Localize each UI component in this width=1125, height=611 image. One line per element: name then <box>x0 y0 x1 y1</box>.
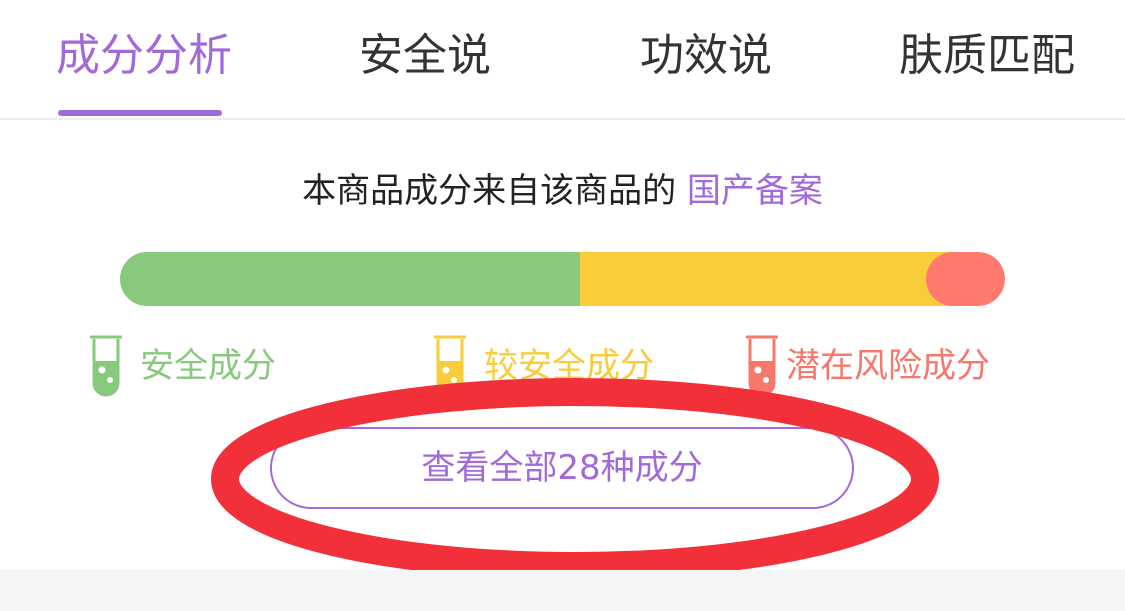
ingredient-source-line: 本商品成分来自该商品的 国产备案 <box>0 166 1125 216</box>
test-tube-icon <box>434 335 466 397</box>
legend-risk: 潜在风险成分 <box>746 334 990 398</box>
moderate-segment <box>580 252 952 306</box>
section-divider <box>0 570 1125 611</box>
active-tab-indicator <box>58 110 222 116</box>
legend-safe-label: 安全成分 <box>140 346 276 386</box>
tab-efficacy[interactable]: 功效说 <box>640 28 772 84</box>
safe-segment <box>120 252 581 306</box>
domestic-filing-link[interactable]: 国产备案 <box>687 171 823 211</box>
ingredient-safety-bar <box>120 252 1005 306</box>
legend-risk-label: 潜在风险成分 <box>786 346 990 386</box>
tab-safety[interactable]: 安全说 <box>359 28 491 84</box>
legend-moderate: 较安全成分 <box>434 334 654 398</box>
view-all-ingredients-button[interactable]: 查看全部28种成分 <box>270 427 854 509</box>
test-tube-icon <box>746 335 778 397</box>
source-prefix-text: 本商品成分来自该商品的 <box>302 171 677 211</box>
tab-bar: 成分分析 安全说 功效说 肤质匹配 <box>0 0 1125 120</box>
tab-ingredient-analysis[interactable]: 成分分析 <box>56 28 232 84</box>
legend-moderate-label: 较安全成分 <box>484 346 654 386</box>
test-tube-icon <box>90 335 122 397</box>
tab-skin-match[interactable]: 肤质匹配 <box>899 28 1075 84</box>
legend-safe: 安全成分 <box>90 334 276 398</box>
risk-segment <box>925 252 1005 306</box>
